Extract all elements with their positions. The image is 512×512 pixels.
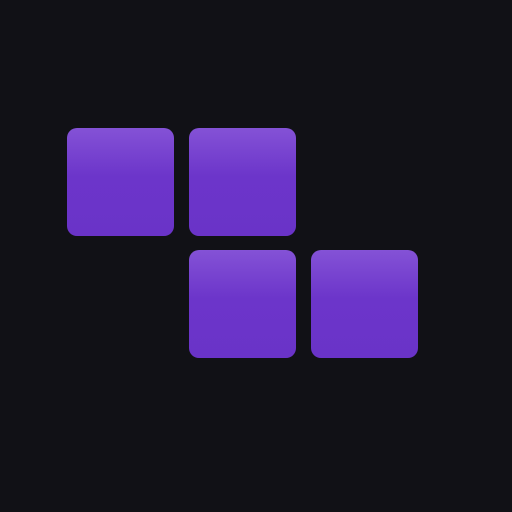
z-piece-block xyxy=(189,128,296,236)
z-piece-block xyxy=(311,250,418,358)
z-piece-block xyxy=(67,128,174,236)
z-piece-block xyxy=(189,250,296,358)
game-board xyxy=(0,0,512,512)
